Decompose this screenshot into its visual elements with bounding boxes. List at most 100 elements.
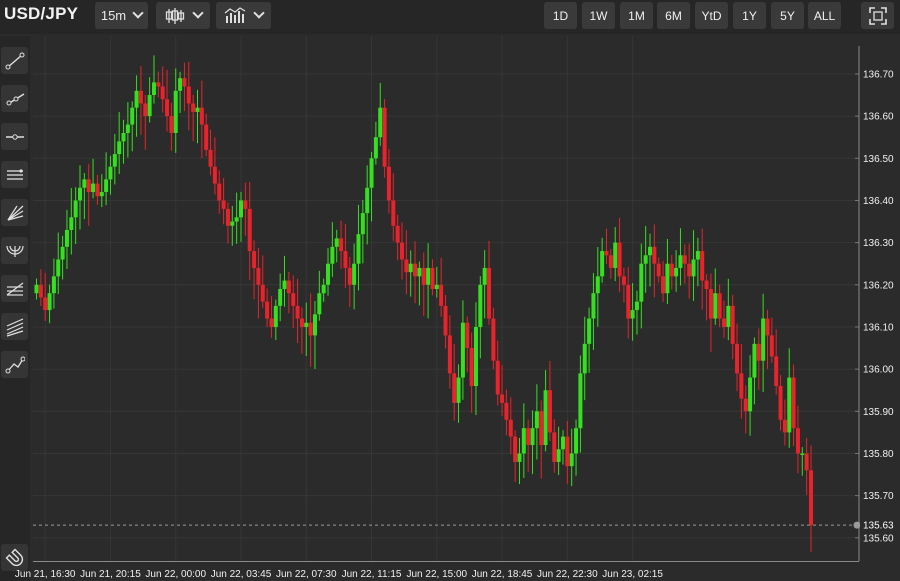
candle-body — [743, 398, 748, 412]
candle-body — [426, 267, 431, 285]
x-tick-label: Jun 22, 15:00 — [406, 569, 467, 580]
y-tick-label: 136.20 — [863, 280, 894, 291]
candle-body — [186, 86, 191, 104]
candle-body — [382, 107, 387, 167]
candle-body — [752, 343, 757, 378]
candle-body — [513, 436, 518, 462]
candle-body — [51, 276, 56, 294]
candle-body — [334, 238, 339, 247]
candle-body — [195, 107, 200, 112]
candle-body — [439, 284, 444, 306]
candle-body — [713, 293, 718, 319]
candle-body — [721, 318, 726, 327]
candle-body — [578, 373, 583, 429]
candle-body — [347, 267, 352, 285]
candle-body — [199, 107, 204, 125]
candle-body — [695, 251, 700, 260]
x-tick-label: Jun 22, 22:30 — [537, 569, 598, 580]
x-tick-label: Jun 22, 00:00 — [145, 569, 206, 580]
candle-body — [295, 305, 300, 319]
candle-body — [160, 86, 165, 100]
candle-body — [682, 255, 687, 264]
candle-body — [421, 267, 426, 285]
candle-body — [652, 246, 657, 264]
candle-body — [669, 263, 674, 277]
candle-body — [312, 314, 317, 336]
candle-body — [243, 200, 248, 209]
price-chart[interactable]: 136.70 136.60 136.50 136.40 136.30 136.20 136.… — [0, 0, 900, 581]
candle-body — [487, 267, 492, 319]
candle-body — [665, 263, 670, 294]
candle-body — [286, 280, 291, 294]
candle-body — [321, 284, 326, 294]
x-tick-label: Jun 23, 02:15 — [602, 569, 663, 580]
candle-body — [730, 305, 735, 344]
candle-body — [569, 453, 574, 467]
y-tick-label: 136.70 — [863, 69, 894, 80]
x-tick-label: Jun 21, 20:15 — [80, 569, 141, 580]
candle-body — [399, 242, 404, 260]
candle-body — [765, 318, 770, 336]
candle-body — [356, 234, 361, 264]
candle-body — [678, 255, 683, 268]
candle-body — [521, 428, 526, 454]
y-tick-label: 136.30 — [863, 238, 894, 249]
candle-body — [304, 322, 309, 327]
candle-body — [661, 276, 666, 294]
candle-body — [739, 373, 744, 399]
candle-body — [73, 200, 78, 218]
candle-body — [204, 124, 209, 150]
candle-body — [147, 95, 152, 117]
candle-body — [591, 293, 596, 319]
candle-body — [491, 318, 496, 361]
candle-body — [343, 251, 348, 268]
candle-body — [78, 187, 83, 201]
candle-body — [543, 390, 548, 446]
candle-body — [630, 310, 635, 319]
y-tick-label: 135.80 — [863, 449, 894, 460]
candle-body — [365, 187, 370, 214]
candle-body — [795, 428, 800, 454]
candle-body — [234, 217, 239, 222]
candle-body — [656, 263, 661, 277]
candle-body — [134, 90, 139, 108]
candle-body — [782, 419, 787, 433]
candle-body — [169, 116, 174, 133]
candle-body — [273, 305, 278, 327]
candle-body — [565, 436, 570, 467]
candle-body — [117, 141, 122, 155]
candle-body — [330, 246, 335, 264]
candle-body — [299, 318, 304, 327]
candle-body — [613, 242, 618, 268]
candle-body — [504, 402, 509, 420]
candle-body — [809, 470, 813, 526]
candle-body — [530, 428, 535, 446]
candle-body — [539, 411, 544, 446]
y-tick-label: 136.40 — [863, 196, 894, 207]
candle-body — [373, 137, 378, 159]
candle-body — [478, 284, 483, 327]
candle-body — [278, 289, 283, 306]
candle-body — [495, 360, 500, 395]
candle-body — [626, 284, 631, 319]
candle-body — [225, 208, 230, 226]
candle-body — [165, 99, 170, 117]
candle-body — [560, 436, 565, 450]
candle-body — [774, 356, 779, 386]
candle-body — [260, 284, 265, 302]
candle-body — [64, 229, 69, 247]
candle-body — [191, 103, 196, 112]
candle-body — [217, 183, 222, 201]
candle-body — [643, 255, 648, 264]
candle-body — [247, 208, 252, 252]
candle-body — [761, 318, 766, 361]
candle-body — [800, 453, 805, 455]
candle-body — [317, 293, 322, 315]
candle-body — [430, 267, 435, 290]
candle-body — [547, 390, 552, 433]
current-price-label: 135.63 — [863, 521, 894, 532]
candle-body — [360, 213, 365, 235]
candle-body — [230, 221, 235, 226]
candle-body — [413, 263, 418, 277]
candle-body — [156, 82, 161, 87]
